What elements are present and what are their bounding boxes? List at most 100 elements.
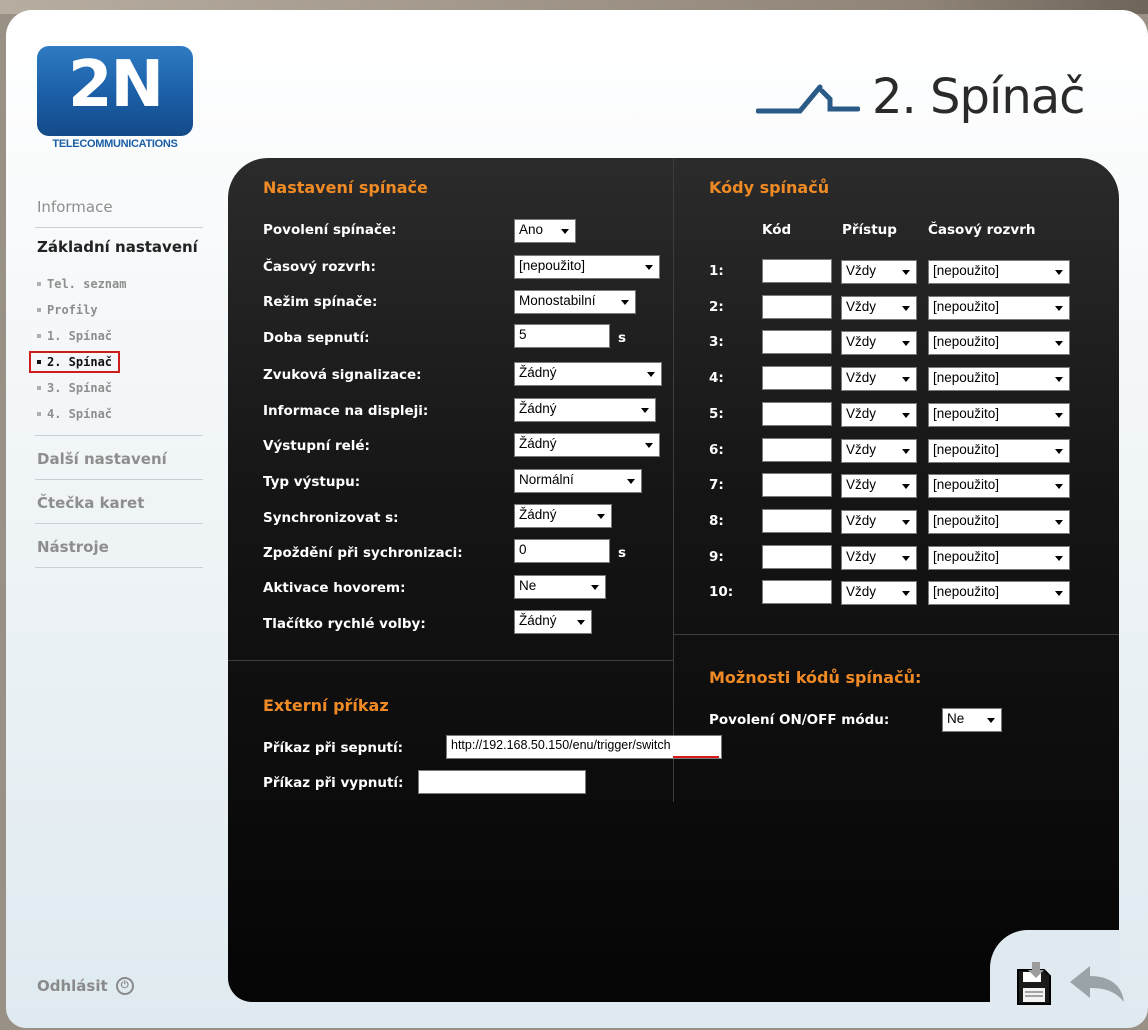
code-input[interactable] xyxy=(762,295,832,319)
code-schedule-select[interactable]: [nepoužito] xyxy=(928,581,1070,605)
code-input[interactable] xyxy=(762,259,832,283)
code-schedule-select[interactable]: [nepoužito] xyxy=(928,439,1070,463)
switch-time-input[interactable]: 5 xyxy=(514,324,610,348)
display-info-select[interactable]: Žádný xyxy=(514,398,656,422)
row-label: Synchronizovat s: xyxy=(263,510,399,526)
sound-signal-select[interactable]: Žádný xyxy=(514,362,662,386)
row-label: Aktivace hovorem: xyxy=(263,580,406,596)
sync-with-select[interactable]: Žádný xyxy=(514,504,612,528)
code-schedule-select[interactable]: [nepoužito] xyxy=(928,296,1070,320)
back-arrow-icon[interactable] xyxy=(1068,964,1126,1004)
call-activation-select[interactable]: Ne xyxy=(514,575,606,599)
code-schedule-select[interactable]: [nepoužito] xyxy=(928,403,1070,427)
access-select[interactable]: Vždy xyxy=(841,403,917,427)
code-row-number: 2: xyxy=(709,299,724,315)
access-select[interactable]: Vždy xyxy=(841,581,917,605)
code-input[interactable] xyxy=(762,580,832,604)
code-row-number: 4: xyxy=(709,370,724,386)
nav-item-nastroje[interactable]: Nástroje xyxy=(35,524,203,568)
section-divider xyxy=(228,660,673,661)
code-options-title: Možnosti kódů spínačů: xyxy=(709,668,922,687)
row-label: Příkaz při vypnutí: xyxy=(263,775,404,791)
code-schedule-select[interactable]: [nepoužito] xyxy=(928,474,1070,498)
switch-codes-title: Kódy spínačů xyxy=(709,178,830,197)
code-row-number: 9: xyxy=(709,549,724,565)
bullet-icon xyxy=(37,386,41,390)
column-divider xyxy=(673,158,674,802)
column-header-code: Kód xyxy=(762,222,792,238)
code-input[interactable] xyxy=(762,545,832,569)
row-label: Informace na displeji: xyxy=(263,403,429,419)
code-schedule-select[interactable]: [nepoužito] xyxy=(928,367,1070,391)
bullet-icon xyxy=(37,360,41,364)
access-select[interactable]: Vždy xyxy=(841,439,917,463)
nav-sub-label: 4. Spínač xyxy=(47,407,113,421)
row-label: Zpoždění při sychronizaci: xyxy=(263,545,463,561)
nav-sub-label: 3. Spínač xyxy=(47,381,113,395)
code-input[interactable] xyxy=(762,473,832,497)
onoff-mode-select[interactable]: Ne xyxy=(942,708,1002,732)
bullet-icon xyxy=(37,334,41,338)
output-relay-select[interactable]: Žádný xyxy=(514,433,660,457)
off-command-input[interactable] xyxy=(418,770,586,794)
row-label: Povolení spínače: xyxy=(263,222,397,238)
nav-sub-item-spinac-1[interactable]: 1. Spínač xyxy=(35,323,203,349)
code-schedule-select[interactable]: [nepoužito] xyxy=(928,546,1070,570)
code-schedule-select[interactable]: [nepoužito] xyxy=(928,510,1070,534)
nav-sub-item-spinac-2[interactable]: 2. Spínač xyxy=(29,349,203,375)
enable-switch-select[interactable]: Ano xyxy=(514,219,576,243)
access-select[interactable]: Vždy xyxy=(841,367,917,391)
nav-sub-item-spinac-4[interactable]: 4. Spínač xyxy=(35,401,203,427)
access-select[interactable]: Vždy xyxy=(841,296,917,320)
nav-item-informace[interactable]: Informace xyxy=(35,188,203,228)
code-row-number: 3: xyxy=(709,334,724,350)
code-input[interactable] xyxy=(762,366,832,390)
switch-settings-title: Nastavení spínače xyxy=(263,178,428,197)
code-input[interactable] xyxy=(762,330,832,354)
logo-text: 2N xyxy=(67,48,164,122)
code-schedule-select[interactable]: [nepoužito] xyxy=(928,260,1070,284)
nav-sub-item-tel-seznam[interactable]: Tel. seznam xyxy=(35,271,203,297)
speed-dial-select[interactable]: Žádný xyxy=(514,610,592,634)
code-row-number: 6: xyxy=(709,442,724,458)
schedule-select[interactable]: [nepoužito] xyxy=(514,255,660,279)
code-schedule-select[interactable]: [nepoužito] xyxy=(928,331,1070,355)
nav-sub-item-spinac-3[interactable]: 3. Spínač xyxy=(35,375,203,401)
nav-sub-label: Tel. seznam xyxy=(47,277,127,291)
row-label: Zvuková signalizace: xyxy=(263,367,422,383)
power-icon: ⏻ xyxy=(115,977,134,995)
logout-link[interactable]: Odhlásit ⏻ xyxy=(37,977,134,995)
row-label: Povolení ON/OFF módu: xyxy=(709,712,890,728)
row-label: Doba sepnutí: xyxy=(263,330,370,346)
bullet-icon xyxy=(37,308,41,312)
bullet-icon xyxy=(37,412,41,416)
sync-delay-input[interactable]: 0 xyxy=(514,539,610,563)
access-select[interactable]: Vždy xyxy=(841,546,917,570)
code-row-number: 8: xyxy=(709,513,724,529)
output-type-select[interactable]: Normální xyxy=(514,469,642,493)
nav-sub-item-profily[interactable]: Profily xyxy=(35,297,203,323)
access-select[interactable]: Vždy xyxy=(841,474,917,498)
switch-mode-select[interactable]: Monostabilní xyxy=(514,290,636,314)
row-label: Tlačítko rychlé volby: xyxy=(263,616,426,632)
access-select[interactable]: Vždy xyxy=(841,510,917,534)
save-icon[interactable] xyxy=(1014,962,1054,1006)
nav-item-ctecka-karet[interactable]: Čtečka karet xyxy=(35,480,203,524)
row-label: Časový rozvrh: xyxy=(263,259,376,275)
unit-label: s xyxy=(618,330,627,346)
row-label: Příkaz při sepnutí: xyxy=(263,740,404,756)
logout-label: Odhlásit xyxy=(37,977,108,995)
code-input[interactable] xyxy=(762,509,832,533)
on-command-input[interactable]: http://192.168.50.150/enu/trigger/switch xyxy=(446,735,722,759)
code-input[interactable] xyxy=(762,402,832,426)
nav-item-zakladni-nastaveni[interactable]: Základní nastavení xyxy=(35,228,203,267)
sidebar-nav: Informace Základní nastavení Tel. seznam… xyxy=(29,188,203,568)
access-select[interactable]: Vždy xyxy=(841,331,917,355)
nav-item-dalsi-nastaveni[interactable]: Další nastavení xyxy=(35,436,203,480)
settings-panel: Nastavení spínače Povolení spínače: Ano … xyxy=(228,158,1119,1002)
access-select[interactable]: Vždy xyxy=(841,260,917,284)
code-input[interactable] xyxy=(762,438,832,462)
nav-submenu: Tel. seznam Profily 1. Spínač 2. Spínač … xyxy=(29,267,203,436)
logo: 2N xyxy=(37,46,193,136)
logo-subtitle: TELECOMMUNICATIONS xyxy=(52,138,178,150)
